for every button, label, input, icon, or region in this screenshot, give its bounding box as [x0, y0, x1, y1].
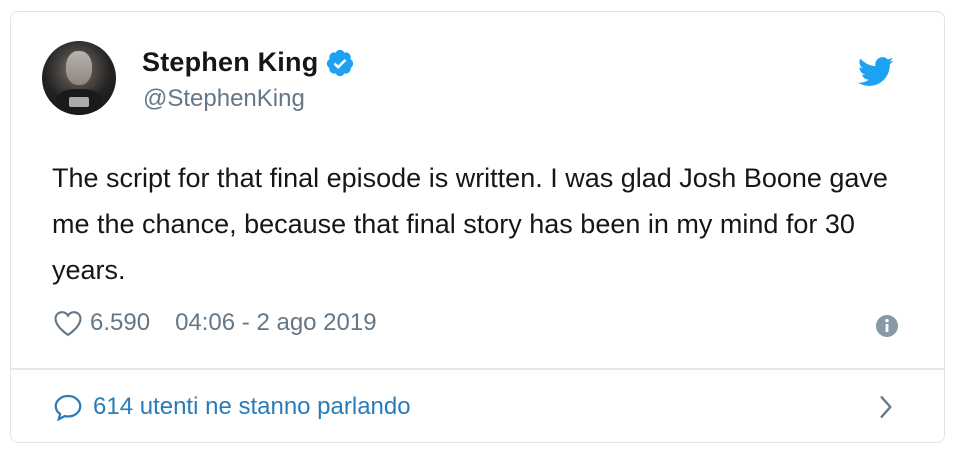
tweet-text: The script for that final episode is wri… — [52, 163, 888, 285]
twitter-bird-icon[interactable] — [858, 57, 894, 87]
author-display-name[interactable]: Stephen King — [142, 47, 318, 78]
author-handle[interactable]: @StephenKing — [143, 85, 305, 113]
avatar[interactable] — [42, 41, 116, 115]
conversation-link[interactable]: 614 utenti ne stanno parlando — [53, 388, 411, 426]
footer-divider — [11, 368, 944, 370]
like-count[interactable]: 6.590 — [90, 309, 150, 337]
tweet-meta: 6.590 04:06 - 2 ago 2019 — [53, 306, 377, 340]
conversation-label[interactable]: 614 utenti ne stanno parlando — [93, 393, 411, 421]
speech-bubble-icon — [54, 394, 82, 421]
verified-badge-icon — [327, 49, 354, 76]
chevron-right-icon[interactable] — [876, 394, 896, 420]
avatar-shirt-print — [69, 97, 89, 107]
tweet-timestamp[interactable]: 04:06 - 2 ago 2019 — [175, 309, 377, 337]
avatar-face — [66, 51, 92, 85]
tweet-header: Stephen King @StephenKing — [42, 41, 902, 116]
author-name-row[interactable]: Stephen King — [142, 47, 355, 78]
info-icon[interactable] — [875, 314, 899, 338]
heart-icon[interactable] — [53, 309, 83, 337]
